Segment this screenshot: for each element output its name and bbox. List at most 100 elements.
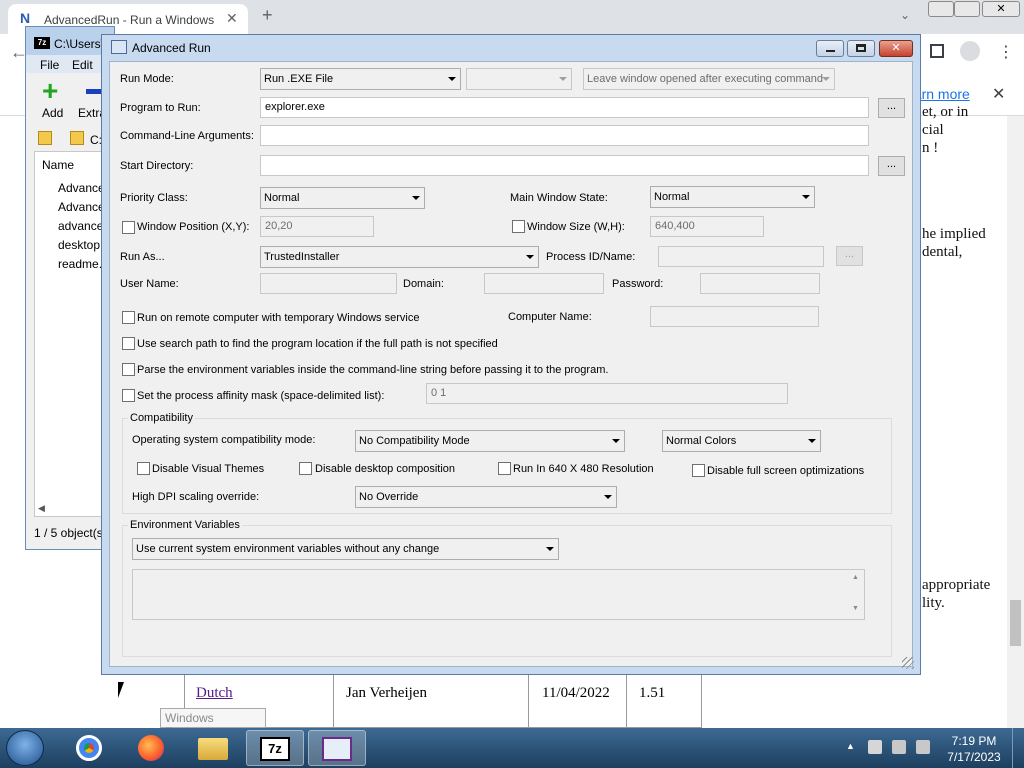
network-icon[interactable] [892, 740, 906, 754]
profile-avatar[interactable] [960, 41, 980, 61]
window-position-checkbox[interactable] [122, 221, 135, 234]
taskbar-chrome-button[interactable] [60, 730, 118, 766]
new-tab-icon[interactable]: + [262, 5, 273, 26]
computer-name-input[interactable] [650, 306, 819, 327]
leave-window-select[interactable]: Leave window opened after executing comm… [583, 68, 835, 90]
taskbar-explorer-button[interactable] [184, 730, 242, 766]
textarea-scroll-up-icon[interactable]: ▲ [852, 574, 859, 581]
infobar-close-icon[interactable]: ✕ [992, 84, 1005, 104]
file-item[interactable]: Advance [42, 181, 105, 195]
window-position-input[interactable]: 20,20 [260, 216, 374, 237]
menu-edit[interactable]: Edit [72, 58, 93, 72]
window-position-label: Window Position (X,Y): [137, 221, 250, 233]
doc-text: cial [922, 122, 944, 138]
kebab-menu-icon[interactable]: ⋮ [998, 42, 1014, 62]
page-scrollbar-thumb[interactable] [1010, 600, 1021, 646]
computer-name-label: Computer Name: [508, 311, 592, 323]
disable-themes-label: Disable Visual Themes [152, 463, 265, 475]
password-label: Password: [612, 278, 664, 290]
close-button[interactable]: ✕ [879, 40, 913, 57]
volume-icon[interactable] [916, 740, 930, 754]
file-item[interactable]: Advance [42, 200, 105, 214]
file-item[interactable]: desktop. [42, 238, 103, 252]
menu-file[interactable]: File [40, 58, 59, 72]
add-icon[interactable]: + [42, 77, 58, 105]
disable-composition-checkbox[interactable] [299, 462, 312, 475]
window-minimize-icon[interactable] [928, 1, 954, 17]
start-dir-input[interactable] [260, 155, 869, 176]
textarea-scroll-down-icon[interactable]: ▼ [852, 605, 859, 612]
file-item[interactable]: advance [42, 219, 103, 233]
file-item[interactable]: readme.t [42, 257, 105, 271]
priority-value: Normal [264, 192, 300, 204]
add-button-label[interactable]: Add [42, 106, 63, 120]
clock-date: 7/17/2023 [947, 750, 1001, 764]
program-input[interactable]: explorer.exe [260, 97, 869, 118]
tab-close-icon[interactable]: ✕ [226, 10, 238, 27]
sidepanel-icon[interactable] [930, 44, 944, 58]
disable-fullscreen-checkbox[interactable] [692, 464, 705, 477]
domain-input[interactable] [484, 273, 604, 294]
column-header-name[interactable]: Name [42, 158, 74, 172]
process-id-input[interactable] [658, 246, 824, 267]
search-path-checkbox[interactable] [122, 337, 135, 350]
env-mode-value: Use current system environment variables… [136, 543, 440, 555]
action-center-icon[interactable] [868, 740, 882, 754]
window-restore-icon[interactable] [954, 1, 980, 17]
site-favicon-icon: N [20, 10, 31, 26]
dpi-select[interactable]: No Override [355, 486, 617, 508]
run-as-select[interactable]: TrustedInstaller [260, 246, 539, 268]
os-compat-label: Operating system compatibility mode: [132, 434, 316, 446]
maximize-button[interactable] [847, 40, 875, 57]
main-window-state-select[interactable]: Normal [650, 186, 815, 208]
doc-text: he implied [922, 226, 986, 242]
affinity-checkbox[interactable] [122, 389, 135, 402]
env-mode-select[interactable]: Use current system environment variables… [132, 538, 559, 560]
minimize-button[interactable] [816, 40, 844, 57]
table-cell-version: 1.51 [639, 685, 666, 701]
start-button[interactable] [6, 730, 44, 766]
window-close-icon[interactable]: ✕ [982, 1, 1020, 17]
show-hidden-icons-icon[interactable]: ▲ [846, 741, 855, 751]
process-id-label: Process ID/Name: [546, 251, 636, 263]
start-dir-browse-button[interactable]: ... [878, 156, 905, 176]
process-id-browse-button[interactable]: ... [836, 246, 863, 266]
run-640-checkbox[interactable] [498, 462, 511, 475]
table-cell-language-link[interactable]: Dutch [196, 685, 233, 702]
resize-grip-icon[interactable] [902, 657, 914, 669]
tab-search-icon[interactable]: ⌄ [900, 8, 910, 22]
disable-themes-checkbox[interactable] [137, 462, 150, 475]
window-size-input[interactable]: 640,400 [650, 216, 764, 237]
parse-env-checkbox[interactable] [122, 363, 135, 376]
taskbar-7zip-button[interactable]: 7z [246, 730, 304, 766]
show-desktop-button[interactable] [1012, 728, 1024, 768]
cmdline-input[interactable] [260, 125, 869, 146]
taskbar-advancedrun-button[interactable] [308, 730, 366, 766]
taskbar-clock[interactable]: 7:19 PM 7/17/2023 [944, 733, 1004, 765]
app-icon [111, 40, 127, 54]
tab-title: AdvancedRun - Run a Windows [44, 13, 215, 27]
disable-fullscreen-label: Disable full screen optimizations [707, 465, 865, 477]
colors-value: Normal Colors [666, 435, 737, 447]
priority-select[interactable]: Normal [260, 187, 425, 209]
chrome-icon [76, 735, 102, 761]
password-input[interactable] [700, 273, 820, 294]
remote-label: Run on remote computer with temporary Wi… [137, 312, 420, 324]
taskbar-firefox-button[interactable] [122, 730, 180, 766]
window-size-checkbox[interactable] [512, 220, 525, 233]
env-variables-textarea[interactable] [132, 569, 865, 620]
remote-checkbox[interactable] [122, 311, 135, 324]
doc-text: dental, [922, 244, 963, 260]
os-compat-select[interactable]: No Compatibility Mode [355, 430, 625, 452]
colors-select[interactable]: Normal Colors [662, 430, 821, 452]
doc-text: n ! [922, 140, 939, 156]
scroll-left-icon[interactable]: ◀ [38, 503, 45, 514]
affinity-input[interactable]: 0 1 [426, 383, 788, 404]
compatibility-group-title: Compatibility [128, 412, 195, 424]
run-mode-select[interactable]: Run .EXE File [260, 68, 461, 90]
up-folder-icon[interactable] [38, 131, 52, 145]
run-mode-sub-select[interactable] [466, 68, 572, 90]
username-input[interactable] [260, 273, 397, 294]
program-browse-button[interactable]: ... [878, 98, 905, 118]
advanced-run-window: Advanced Run ✕ Run Mode: Run .EXE File L… [101, 34, 921, 675]
